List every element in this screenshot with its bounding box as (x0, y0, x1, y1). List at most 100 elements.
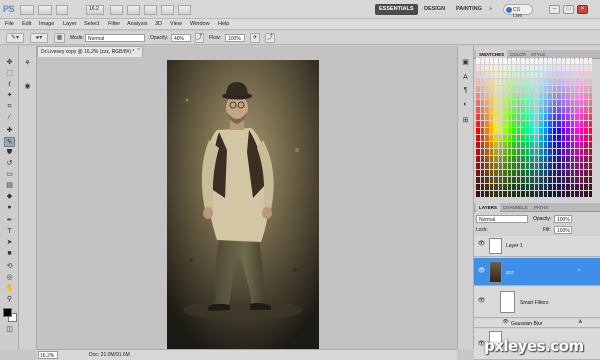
swatch[interactable] (498, 93, 503, 100)
swatch[interactable] (557, 107, 561, 114)
swatch[interactable] (566, 177, 570, 184)
swatch[interactable] (494, 65, 498, 72)
swatch[interactable] (494, 79, 498, 86)
swatch[interactable] (525, 135, 530, 142)
workspace-design[interactable]: DESIGN (420, 4, 449, 15)
swatch[interactable] (575, 177, 579, 184)
swatch[interactable] (588, 156, 593, 163)
swatch[interactable] (561, 100, 566, 107)
paragraph-panel-icon[interactable]: ¶ (460, 85, 471, 96)
swatch[interactable] (480, 58, 485, 65)
swatch[interactable] (570, 184, 575, 191)
swatch[interactable] (584, 72, 588, 79)
swatch[interactable] (570, 142, 575, 149)
minimize-icon[interactable]: – (549, 5, 560, 14)
swatch[interactable] (503, 65, 507, 72)
swatch[interactable] (530, 170, 534, 177)
swatch[interactable] (480, 86, 485, 93)
swatch[interactable] (485, 191, 489, 198)
visibility-eye-icon[interactable]: 👁 (477, 267, 486, 276)
swatch[interactable] (494, 149, 498, 156)
swatch[interactable] (557, 149, 561, 156)
swatch[interactable] (575, 93, 579, 100)
swatch[interactable] (534, 142, 539, 149)
swatch[interactable] (489, 128, 494, 135)
swatch[interactable] (552, 114, 557, 121)
swatch[interactable] (539, 177, 543, 184)
swatch[interactable] (521, 114, 525, 121)
swatch[interactable] (566, 149, 570, 156)
swatch[interactable] (507, 107, 512, 114)
swatch[interactable] (543, 121, 548, 128)
swatch[interactable] (557, 177, 561, 184)
3d-orbit-icon[interactable]: ◎ (4, 273, 15, 283)
swatch[interactable] (525, 114, 530, 121)
status-zoom-field[interactable]: 16.2% (38, 351, 58, 359)
swatch[interactable] (530, 100, 534, 107)
swatch[interactable] (485, 170, 489, 177)
swatch[interactable] (480, 135, 485, 142)
swatch[interactable] (494, 121, 498, 128)
swatch[interactable] (507, 114, 512, 121)
swatch[interactable] (543, 107, 548, 114)
swatch[interactable] (512, 135, 516, 142)
swatch[interactable] (534, 184, 539, 191)
swatch[interactable] (525, 149, 530, 156)
swatch[interactable] (503, 72, 507, 79)
swatch[interactable] (525, 86, 530, 93)
swatch[interactable] (525, 170, 530, 177)
swatch[interactable] (521, 86, 525, 93)
swatch[interactable] (503, 177, 507, 184)
swatch[interactable] (512, 65, 516, 72)
swatch[interactable] (507, 156, 512, 163)
swatch[interactable] (516, 114, 521, 121)
swatch[interactable] (543, 93, 548, 100)
swatch[interactable] (579, 58, 584, 65)
swatch[interactable] (512, 121, 516, 128)
brush-size-icon[interactable]: ●▾ (30, 33, 48, 43)
swatch[interactable] (525, 191, 530, 198)
swatch[interactable] (579, 149, 584, 156)
swatch[interactable] (534, 93, 539, 100)
masks-panel-icon[interactable]: ⊞ (460, 115, 471, 126)
swatch[interactable] (557, 58, 561, 65)
swatch[interactable] (516, 170, 521, 177)
shape-tool-icon[interactable]: ■ (4, 249, 15, 259)
menu-image[interactable]: Image (39, 21, 54, 27)
swatch[interactable] (552, 121, 557, 128)
swatch[interactable] (530, 107, 534, 114)
swatch[interactable] (584, 100, 588, 107)
swatch[interactable] (530, 191, 534, 198)
swatch[interactable] (570, 107, 575, 114)
swatch[interactable] (516, 65, 521, 72)
swatch[interactable] (530, 163, 534, 170)
swatch[interactable] (516, 107, 521, 114)
swatch[interactable] (480, 107, 485, 114)
swatch[interactable] (570, 114, 575, 121)
swatch[interactable] (480, 79, 485, 86)
swatch[interactable] (525, 163, 530, 170)
swatch[interactable] (548, 191, 552, 198)
swatch[interactable] (557, 128, 561, 135)
swatch[interactable] (548, 100, 552, 107)
swatch[interactable] (584, 142, 588, 149)
menu-file[interactable]: File (5, 21, 14, 27)
history-brush-icon[interactable]: ↺ (4, 159, 15, 169)
menu-select[interactable]: Select (84, 21, 99, 27)
hand-tool-button[interactable] (110, 5, 123, 15)
swatch[interactable] (516, 121, 521, 128)
swatch[interactable] (570, 93, 575, 100)
swatch[interactable] (561, 121, 566, 128)
swatch[interactable] (503, 156, 507, 163)
swatch[interactable] (543, 65, 548, 72)
swatch[interactable] (485, 86, 489, 93)
opacity-field[interactable]: 40% (171, 34, 191, 42)
swatch[interactable] (498, 65, 503, 72)
swatch[interactable] (552, 86, 557, 93)
swatch[interactable] (516, 142, 521, 149)
swatch[interactable] (498, 114, 503, 121)
swatch[interactable] (507, 79, 512, 86)
swatch[interactable] (521, 72, 525, 79)
menu-filter[interactable]: Filter (108, 21, 120, 27)
swatch[interactable] (476, 107, 480, 114)
